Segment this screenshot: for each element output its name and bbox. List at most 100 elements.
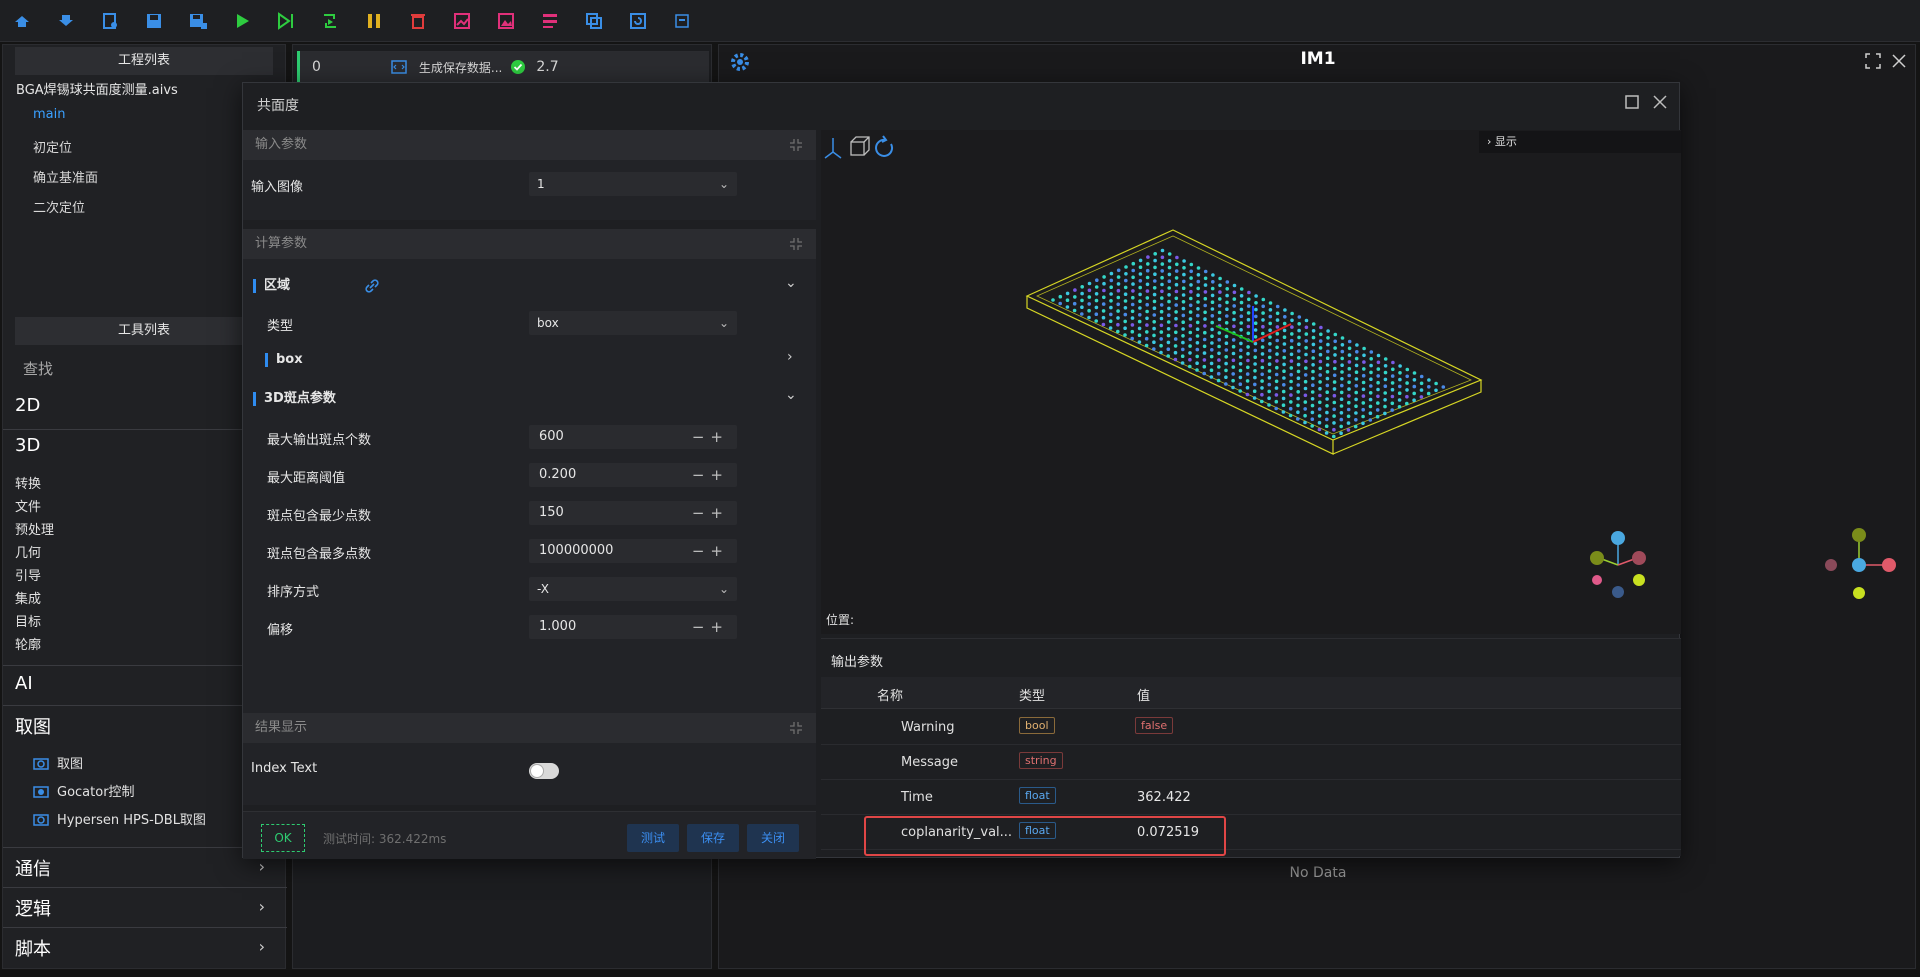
category-3d-integrate[interactable]: 集成 [15, 588, 41, 607]
project-file-name[interactable]: BGA焊锡球共面度测量.aivs [16, 79, 178, 98]
chevron-right-icon[interactable]: › [259, 937, 265, 956]
category-3d-file[interactable]: 文件 [15, 496, 41, 515]
category-3d-guide[interactable]: 引导 [15, 565, 41, 584]
list-icon[interactable] [540, 11, 560, 31]
collapse-icon[interactable] [788, 137, 804, 153]
stepper-icon[interactable]: −+ [692, 425, 729, 449]
table-row[interactable]: Time float 362.422 [821, 780, 1681, 815]
export-icon[interactable] [56, 11, 76, 31]
cube-view-icon[interactable] [850, 136, 870, 156]
fullscreen-icon[interactable] [1865, 53, 1881, 69]
point-dot [1340, 363, 1344, 367]
category-3d-preprocess[interactable]: 预处理 [15, 519, 54, 538]
offset-input[interactable]: 1.000 −+ [529, 615, 737, 639]
axis-view-icon[interactable] [824, 138, 842, 159]
point-dot [1354, 404, 1358, 409]
input-image-select[interactable]: 1 ⌄ [529, 172, 737, 196]
reset-view-icon[interactable] [875, 135, 894, 157]
region-group-label[interactable]: 区域 [253, 279, 290, 293]
tool-hypersen[interactable]: Hypersen HPS-DBL取图 [33, 809, 206, 828]
point-dot [1303, 373, 1308, 377]
search-input[interactable]: 查找 [23, 358, 53, 379]
test-button[interactable]: 测试 [627, 824, 679, 852]
category-3d-target[interactable]: 目标 [15, 611, 41, 630]
index-text-toggle[interactable] [529, 763, 559, 779]
stepper-icon[interactable]: −+ [692, 539, 729, 563]
blob-params-group-label[interactable]: 3D斑点参数 [253, 392, 336, 406]
pause-icon[interactable] [364, 11, 384, 31]
chevron-right-icon[interactable]: › [259, 857, 265, 876]
close-icon[interactable] [1651, 93, 1669, 111]
close-button[interactable]: 关闭 [747, 824, 799, 852]
point-dot [1261, 311, 1265, 315]
stepper-icon[interactable]: −+ [692, 501, 729, 525]
point-dot [1412, 398, 1416, 403]
point-dot [1202, 337, 1207, 342]
point-dot [1174, 282, 1179, 287]
sort-select[interactable]: -X ⌄ [529, 577, 737, 601]
point-dot [1304, 345, 1308, 350]
category-2d[interactable]: 2D [15, 395, 40, 416]
flow-node[interactable]: 0 生成保存数据... 2.7 [297, 51, 709, 83]
maximize-icon[interactable] [1623, 93, 1641, 111]
stepper-icon[interactable]: −+ [692, 615, 729, 639]
image-icon[interactable] [496, 11, 516, 31]
collapse-icon[interactable] [788, 720, 804, 736]
category-logic[interactable]: 逻辑 [15, 895, 51, 921]
category-3d-contour[interactable]: 轮廓 [15, 634, 41, 653]
category-comm[interactable]: 通信 [15, 855, 51, 881]
step-run-icon[interactable] [276, 11, 296, 31]
save-icon[interactable] [144, 11, 164, 31]
display-toggle[interactable]: › 显示 [1479, 131, 1681, 153]
project-item-initial-locate[interactable]: 初定位 [33, 137, 72, 156]
min-points-input[interactable]: 150 −+ [529, 501, 737, 525]
type-select[interactable]: box ⌄ [529, 311, 737, 335]
run-icon[interactable] [232, 11, 252, 31]
delete-icon[interactable] [408, 11, 428, 31]
max-points-input[interactable]: 100000000 −+ [529, 539, 737, 563]
project-item-base-plane[interactable]: 确立基准面 [33, 167, 98, 186]
table-row[interactable]: Message string [821, 745, 1681, 780]
point-cloud-view[interactable] [821, 130, 1681, 634]
refresh-icon[interactable] [628, 11, 648, 31]
category-3d-geometry[interactable]: 几何 [15, 542, 41, 561]
chevron-right-icon[interactable]: › [787, 349, 793, 365]
project-item-second-locate[interactable]: 二次定位 [33, 197, 85, 216]
chevron-down-icon[interactable]: ⌄ [785, 387, 797, 403]
copy-icon[interactable] [584, 11, 604, 31]
import-icon[interactable] [12, 11, 32, 31]
table-row[interactable]: Warning bool false [821, 710, 1681, 745]
chevron-right-icon[interactable]: › [259, 897, 265, 916]
category-capture[interactable]: 取图 [15, 713, 51, 739]
export-settings-icon[interactable] [100, 11, 120, 31]
point-dot [1419, 388, 1424, 392]
stepper-icon[interactable]: −+ [692, 463, 729, 487]
point-dot [1145, 289, 1150, 293]
chevron-down-icon[interactable]: ⌄ [785, 275, 797, 291]
save-button[interactable]: 保存 [687, 824, 739, 852]
category-3d[interactable]: 3D [15, 435, 40, 456]
chart-icon[interactable] [452, 11, 472, 31]
category-ai[interactable]: AI [15, 673, 33, 694]
collapse-icon[interactable] [788, 236, 804, 252]
save-as-icon[interactable] [188, 11, 208, 31]
loop-run-icon[interactable] [320, 11, 340, 31]
close-icon[interactable] [1891, 53, 1907, 69]
tool-capture[interactable]: 取图 [33, 753, 83, 772]
tool-gocator[interactable]: Gocator控制 [33, 781, 135, 800]
point-dot [1145, 302, 1149, 307]
box-group-label[interactable]: box [265, 353, 303, 367]
category-3d-convert[interactable]: 转换 [15, 473, 41, 492]
max-distance-input[interactable]: 0.200 −+ [529, 463, 737, 487]
link-icon[interactable] [363, 277, 381, 295]
max-blob-count-input[interactable]: 600 −+ [529, 425, 737, 449]
point-dot [1152, 320, 1156, 324]
point-dot [1232, 324, 1236, 329]
collapse-icon[interactable] [672, 11, 692, 31]
point-dot [1195, 320, 1200, 325]
category-script[interactable]: 脚本 [15, 935, 51, 961]
tool-label: 取图 [57, 757, 84, 772]
point-dot [1405, 367, 1410, 372]
project-item-main[interactable]: main [33, 107, 65, 122]
point-dot [1138, 285, 1142, 290]
